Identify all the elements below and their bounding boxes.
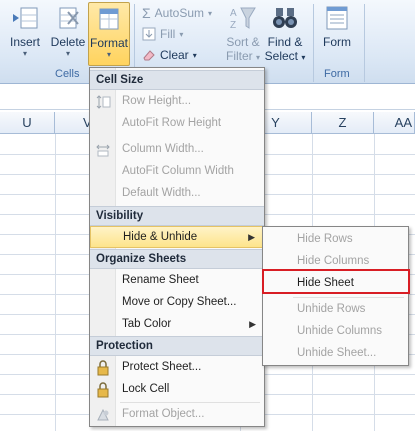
autosum-label: AutoSum — [154, 6, 205, 20]
delete-button[interactable]: Delete ▾ — [48, 4, 88, 58]
sort-filter-button[interactable]: AZ Sort & Filter ▾ — [222, 4, 264, 63]
lock-icon — [95, 382, 111, 398]
move-copy-sheet-item[interactable]: Move or Copy Sheet... — [90, 292, 264, 314]
fill-label: Fill — [160, 27, 176, 41]
form-group-label: Form — [324, 68, 350, 80]
protect-sheet-item[interactable]: Protect Sheet... — [90, 357, 264, 379]
organize-sheets-header: Organize Sheets — [90, 249, 264, 269]
column-header-z[interactable]: Z — [312, 112, 374, 134]
insert-button[interactable]: Insert ▾ — [4, 4, 46, 58]
group-divider — [313, 4, 314, 82]
submenu-arrow-icon: ▶ — [249, 319, 256, 329]
insert-label: Insert — [9, 35, 40, 49]
eraser-icon — [142, 48, 156, 62]
clear-button[interactable]: Clear ▾ — [142, 48, 197, 62]
form-button[interactable]: Form — [318, 4, 356, 49]
format-menu: Cell Size Row Height... AutoFit Row Heig… — [89, 67, 265, 427]
autosum-dropdown-icon: ▾ — [208, 8, 213, 18]
filter-label: Filter ▾ — [225, 49, 261, 63]
group-divider — [364, 4, 365, 82]
unhide-sheet-item[interactable]: Unhide Sheet... — [263, 343, 408, 365]
rename-sheet-item[interactable]: Rename Sheet — [90, 270, 264, 292]
unhide-columns-item[interactable]: Unhide Columns — [263, 321, 408, 343]
insert-cells-icon — [11, 4, 39, 32]
clear-dropdown-icon: ▾ — [192, 50, 197, 60]
column-header-u[interactable]: U — [0, 112, 55, 134]
delete-cells-icon — [54, 4, 82, 32]
sort-filter-icon: AZ — [229, 4, 257, 32]
tab-color-item[interactable]: Tab Color ▶ — [90, 314, 264, 336]
lock-icon — [95, 360, 111, 376]
protection-header: Protection — [90, 336, 264, 356]
format-cells-icon — [95, 5, 123, 33]
format-label: Format — [89, 36, 128, 50]
sigma-icon: Σ — [142, 5, 151, 21]
menu-separator — [293, 297, 404, 298]
svg-text:A: A — [230, 8, 237, 19]
fill-button[interactable]: Fill ▾ — [142, 27, 183, 41]
fill-down-icon — [142, 27, 156, 41]
sort-label: Sort & — [226, 35, 260, 49]
column-width-icon — [95, 142, 111, 158]
menu-separator — [120, 402, 260, 403]
hide-rows-item[interactable]: Hide Rows — [263, 229, 408, 251]
autofit-row-height-item[interactable]: AutoFit Row Height — [90, 113, 264, 135]
form-label: Form — [323, 35, 351, 49]
insert-dropdown-icon: ▾ — [22, 49, 27, 58]
autofit-column-width-item[interactable]: AutoFit Column Width — [90, 161, 264, 183]
autosum-button[interactable]: Σ AutoSum ▾ — [142, 5, 212, 21]
row-height-icon — [95, 94, 111, 110]
format-button[interactable]: Format ▾ — [88, 2, 130, 66]
highlight-callout — [262, 269, 410, 294]
delete-label: Delete — [50, 35, 86, 49]
visibility-header: Visibility — [90, 206, 264, 226]
submenu-arrow-icon: ▶ — [248, 232, 255, 242]
fill-dropdown-icon: ▾ — [179, 29, 184, 39]
form-icon — [323, 4, 351, 32]
hide-unhide-item[interactable]: Hide & Unhide ▶ — [90, 226, 264, 248]
format-object-icon — [95, 407, 111, 423]
cell-size-header: Cell Size — [90, 70, 264, 90]
column-header-aa[interactable]: AA — [374, 112, 415, 134]
cells-group-label: Cells — [55, 68, 80, 80]
svg-text:Z: Z — [230, 20, 236, 31]
format-dropdown-icon: ▾ — [106, 50, 111, 59]
hide-unhide-submenu: Hide Rows Hide Columns Hide Sheet Unhide… — [262, 226, 409, 366]
delete-dropdown-icon: ▾ — [65, 49, 70, 58]
default-width-item[interactable]: Default Width... — [90, 183, 264, 205]
find-select-button[interactable]: Find & Select ▾ — [264, 4, 306, 63]
binoculars-icon — [271, 4, 299, 32]
row-height-item[interactable]: Row Height... — [90, 91, 264, 113]
select-label: Select ▾ — [264, 49, 306, 63]
unhide-rows-item[interactable]: Unhide Rows — [263, 299, 408, 321]
column-width-item[interactable]: Column Width... — [90, 139, 264, 161]
find-label: Find & — [267, 35, 303, 49]
lock-cell-item[interactable]: Lock Cell — [90, 379, 264, 401]
format-object-item[interactable]: Format Object... — [90, 404, 264, 426]
clear-label: Clear — [160, 48, 189, 62]
